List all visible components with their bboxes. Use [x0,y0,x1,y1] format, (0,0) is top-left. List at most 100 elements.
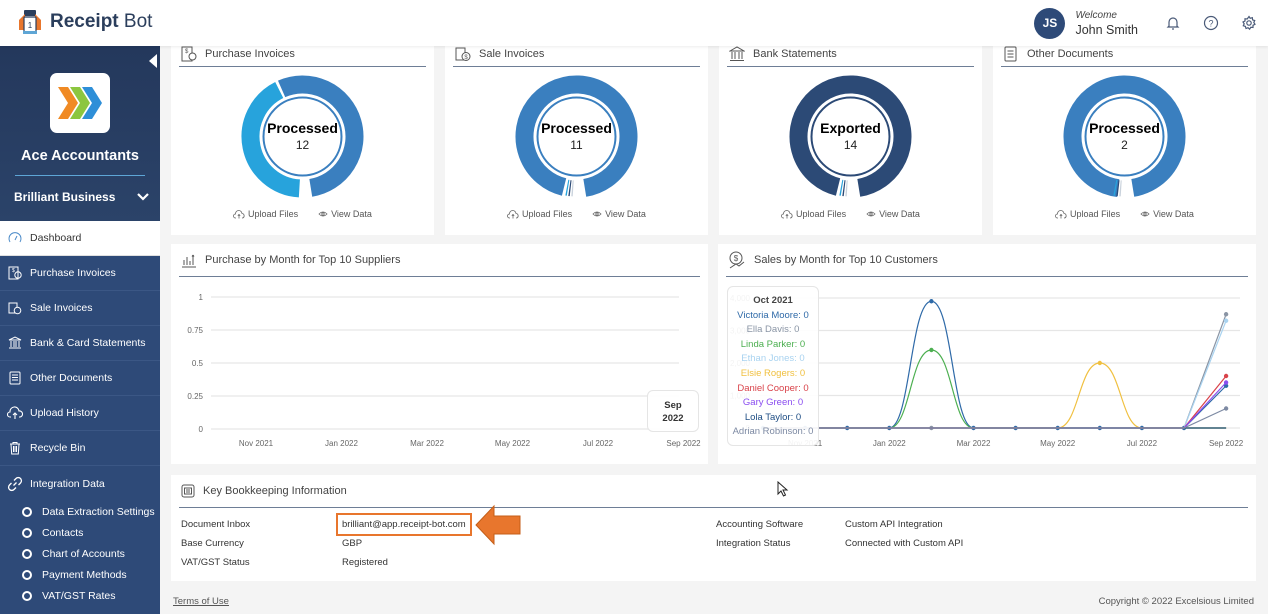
eye-icon [866,211,876,217]
donut-count: 2 [1121,138,1128,152]
view-data-link[interactable]: View Data [592,209,646,219]
sidebar-subitem-data-extraction-settings[interactable]: Data Extraction Settings [0,501,160,522]
tooltip-series-value: 0 [797,397,804,409]
x-tick-label: Sep 2022 [1209,439,1244,448]
data-point [1223,406,1229,411]
view-data-label: View Data [331,209,372,219]
card-actions: Upload Files View Data [993,209,1256,219]
card-header: Purchase by Month for Top 10 Suppliers [179,244,700,277]
sidebar-item-integration-data[interactable]: Integration Data [0,466,160,501]
x-tick-label: Nov 2021 [239,439,274,448]
sidebar-item-bank-card-statements[interactable]: Bank & Card Statements [0,326,160,361]
upload-files-link[interactable]: Upload Files [781,209,846,219]
upload-files-label: Upload Files [248,209,299,219]
org-logo [50,73,110,133]
upload-files-link[interactable]: Upload Files [507,209,572,219]
business-name: Brilliant Business [14,190,116,204]
svg-text:$: $ [734,254,739,263]
sidebar-item-label: Dashboard [30,232,82,244]
status-donut[interactable] [719,74,982,199]
tooltip-series-value: 0 [803,382,809,394]
sidebar-item-upload-history[interactable]: Upload History [0,396,160,431]
svg-text:$: $ [185,49,189,55]
x-tick-label: Jul 2022 [1127,439,1158,448]
svg-text:1: 1 [28,21,33,30]
gear-icon[interactable] [1230,0,1268,46]
card-title-text: Purchase Invoices [205,48,295,60]
tooltip-entry: Ethan Jones: 0 [728,352,818,367]
purchase-invoice-icon: $ [181,46,197,62]
sidebar-item-purchase-invoices[interactable]: $ Purchase Invoices [0,256,160,291]
chart-title: Purchase by Month for Top 10 Suppliers [205,254,401,266]
bank-icon [7,335,23,351]
y-tick-label: 0.25 [187,392,203,401]
terms-of-use-link[interactable]: Terms of Use [173,596,229,607]
upload-files-link[interactable]: Upload Files [233,209,298,219]
data-point [929,299,934,304]
donut-segment-primary [1063,75,1186,198]
data-point [1223,312,1229,317]
tooltip-series-name: Linda Parker [740,338,795,350]
x-tick-label: Sep 2022 [666,439,701,448]
data-point [1223,318,1229,323]
y-tick-label: 1 [199,293,204,302]
status-donut[interactable] [171,74,434,199]
tooltip-title: Oct 2021 [753,295,793,306]
status-donut[interactable] [993,74,1256,199]
tooltip-entry: Ella Davis: 0 [728,323,818,338]
sidebar-item-other-documents[interactable]: Other Documents [0,361,160,396]
user-area: JS Welcome John Smith ? [1034,0,1268,46]
collapse-sidebar-icon[interactable] [149,54,157,68]
view-data-link[interactable]: View Data [1140,209,1194,219]
help-icon[interactable]: ? [1192,0,1230,46]
sidebar-subitem-chart-of-accounts[interactable]: Chart of Accounts [0,543,160,564]
tooltip-entry: Victoria Moore: 0 [728,309,818,324]
x-tick-label: Mar 2022 [410,439,444,448]
tooltip-entry: Gary Green: 0 [728,396,818,411]
tooltip-series-name: Adrian Robinson [732,426,803,438]
sidebar-subitem-label: Contacts [42,526,84,539]
sidebar-subitem-vat-gst-rates[interactable]: VAT/GST Rates [0,585,160,606]
y-tick-label: 0 [199,425,204,434]
bell-icon[interactable] [1154,0,1192,46]
bank-icon [729,46,745,62]
field-value: Registered [342,557,388,568]
tooltip-series-name: Ella Davis [746,324,789,336]
view-data-link[interactable]: View Data [866,209,920,219]
sidebar-item-label: Upload History [30,407,99,419]
card-header: $ Sales by Month for Top 10 Customers [726,244,1248,277]
receipt-bot-robot-icon: 1 [16,8,44,36]
avatar[interactable]: JS [1034,7,1066,39]
divider [15,175,145,176]
sidebar-item-recycle-bin[interactable]: Recycle Bin [0,431,160,466]
copyright-text: Copyright © 2022 Excelsious Limited [1098,596,1254,607]
document-icon [7,370,23,386]
upload-files-link[interactable]: Upload Files [1055,209,1120,219]
donut-inner-ring [536,96,617,177]
app-logo[interactable]: 1 Receipt Bot [16,8,152,36]
tooltip-series-name: Lola Taylor [744,411,791,423]
y-tick-label: 0.75 [187,326,203,335]
sale-invoice-icon: $ [455,46,471,62]
view-data-link[interactable]: View Data [318,209,372,219]
series-line-ella-davis [763,314,1227,429]
card-title-text: Key Bookkeeping Information [203,485,347,497]
eye-icon [1140,211,1150,217]
business-selector[interactable]: Brilliant Business [14,190,149,204]
eye-icon [592,211,602,217]
user-name[interactable]: John Smith [1075,23,1138,37]
field-label: Accounting Software [716,519,804,530]
donut-inner-ring [262,96,343,177]
sidebar-item-dashboard[interactable]: Dashboard [0,221,160,256]
status-donut[interactable] [445,74,708,199]
sidebar-subitem-contacts[interactable]: Contacts [0,522,160,543]
data-point [1097,360,1102,366]
sidebar: Ace Accountants Brilliant Business Dashb… [0,46,160,614]
dashboard-gauge-icon [7,230,23,246]
tooltip-entry: Daniel Cooper: 0 [728,382,818,397]
sidebar-item-sale-invoices[interactable]: Sale Invoices [0,291,160,326]
sidebar-subitem-payment-methods[interactable]: Payment Methods [0,564,160,585]
eye-icon [318,211,328,217]
trash-icon [7,440,23,456]
org-name: Ace Accountants [21,148,139,164]
